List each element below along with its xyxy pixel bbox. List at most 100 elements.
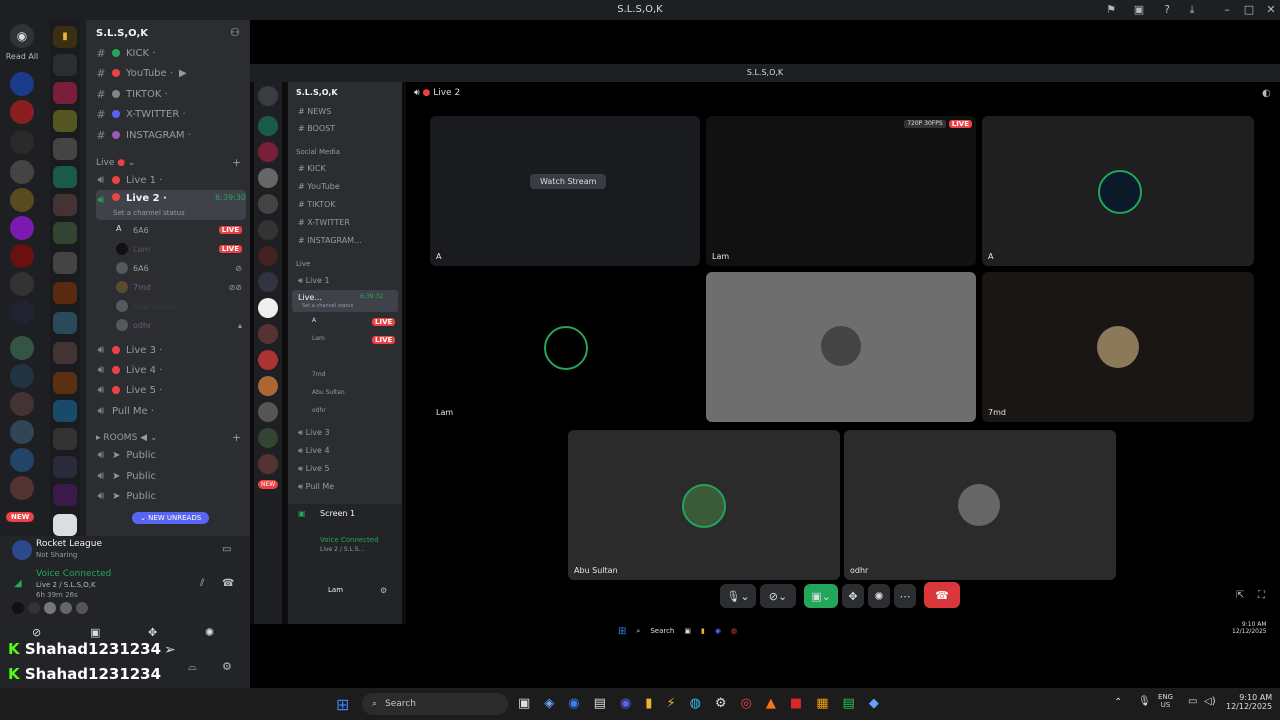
inner-voice-channel[interactable]: Live 2 / S.L.S... [320, 546, 364, 553]
add-friend-icon[interactable]: ⚇ [230, 26, 240, 39]
settings-gear-icon[interactable]: ⚙ [380, 586, 387, 595]
chat-icon[interactable]: ◐ [1262, 88, 1271, 99]
stream-tile[interactable]: 720P 30FPS LIVE Lam [706, 116, 976, 266]
discord-icon[interactable]: ◉ [620, 696, 631, 711]
voice-member[interactable]: A 6A6 LIVE [116, 222, 242, 238]
activities-icon[interactable]: ✥ [148, 626, 157, 639]
server-icon[interactable] [258, 454, 278, 474]
inner-channel[interactable]: 🔊︎ Live 3 [298, 428, 330, 438]
server-icon[interactable] [53, 514, 77, 536]
server-icon[interactable] [258, 194, 278, 214]
server-icon[interactable] [258, 376, 278, 396]
inner-member[interactable]: Abu Sultan [312, 389, 345, 396]
inner-channel[interactable]: 🔊︎ Pull Me [298, 482, 334, 492]
voice-channel-pullme[interactable]: 🔊︎ Pull Me · [96, 402, 246, 420]
server-icon[interactable] [10, 130, 34, 154]
inner-screen-label[interactable]: Screen 1 [320, 509, 355, 518]
server-icon[interactable] [53, 54, 77, 76]
stream-tile[interactable]: Watch Stream A [430, 116, 700, 266]
server-icon[interactable] [258, 350, 278, 370]
clock[interactable]: 9:10 AM 12/12/2025 [1226, 693, 1272, 711]
inner-search-label[interactable]: Search [650, 627, 674, 635]
voice-member[interactable]: 6A6 ⊘ [116, 260, 242, 276]
noise-suppression-icon[interactable]: ⫽ [200, 578, 204, 589]
epic-games-icon[interactable]: ▤ [594, 696, 606, 711]
more-button[interactable]: ⋯ [894, 584, 916, 608]
notepad-icon[interactable]: ▤ [843, 696, 855, 711]
share-screen-icon[interactable]: ▭ [222, 544, 231, 555]
leave-call-button[interactable]: ☎ [924, 582, 960, 608]
download-icon[interactable]: ⤓ [1185, 3, 1199, 17]
help-icon[interactable]: ? [1160, 3, 1174, 17]
server-icon[interactable] [10, 216, 34, 240]
microphone-icon[interactable]: 🎙︎ [1138, 696, 1151, 707]
voice-member[interactable]: 7md ⊘⊘ [116, 279, 242, 295]
server-icon[interactable] [258, 324, 278, 344]
inner-channel[interactable]: 🔊︎ Live 1 [298, 276, 330, 286]
participant-tile[interactable] [706, 272, 976, 422]
channel-youtube[interactable]: # YouTube · ▶ [96, 64, 246, 82]
inner-member[interactable]: Lam [312, 335, 325, 342]
server-icon[interactable] [10, 392, 34, 416]
tray-chevron-icon[interactable]: ⌃ [1114, 697, 1122, 708]
taskbar-search[interactable]: ⌕ Search [362, 693, 508, 715]
inner-channel[interactable]: # KICK [298, 164, 326, 173]
voice-channel-live1[interactable]: 🔊︎ Live 1 · [96, 171, 246, 189]
inner-category[interactable]: Social Media [296, 148, 340, 156]
fullscreen-icon[interactable]: ⛶ [1258, 590, 1265, 601]
voice-member[interactable]: Abu Sultan [116, 298, 242, 314]
search-icon[interactable]: ⌕ [636, 627, 640, 636]
screen-share-button[interactable]: ▣⌄ [804, 584, 838, 608]
inner-channel[interactable]: 🔊︎ Live 4 [298, 446, 330, 456]
participant-tile[interactable]: Lam [430, 272, 700, 422]
server-icon[interactable] [53, 194, 77, 216]
screen-share-icon[interactable]: ▣ [90, 626, 100, 639]
send-icon[interactable]: ➢ [164, 642, 176, 658]
server-icon[interactable] [258, 168, 278, 188]
channel-instagram[interactable]: # INSTAGRAM · [96, 126, 246, 144]
server-icon[interactable] [10, 160, 34, 184]
server-icon[interactable] [53, 428, 77, 450]
voice-member[interactable]: odhr ▴ [116, 317, 242, 333]
server-icon[interactable] [10, 244, 34, 268]
maximize-button[interactable]: □ [1242, 3, 1256, 17]
folder-icon[interactable]: ▮ [53, 26, 77, 48]
inner-member[interactable]: 7md [312, 371, 325, 378]
participant-tile[interactable]: Abu Sultan [568, 430, 840, 580]
server-icon[interactable] [258, 116, 278, 136]
server-icon[interactable] [53, 166, 77, 188]
taskbar-app-icon[interactable]: ▣ [684, 627, 691, 635]
inner-channel[interactable]: # BOOST [298, 124, 335, 133]
new-unreads-button[interactable]: ⌄ NEW UNREADS [132, 512, 210, 524]
channel-status[interactable]: Set a channel status [113, 209, 185, 217]
participant-tile[interactable]: odhr [844, 430, 1116, 580]
server-icon[interactable] [10, 476, 34, 500]
category-live[interactable]: Live ● ⌄ [96, 158, 136, 168]
camera-off-icon[interactable]: ⊘ [32, 626, 41, 639]
inner-member[interactable]: odhr [312, 407, 326, 414]
channel-tiktok[interactable]: # TIKTOK · [96, 85, 246, 103]
server-icon[interactable] [10, 188, 34, 212]
server-icon[interactable] [258, 142, 278, 162]
inner-channel[interactable]: 🔊︎ Live 5 [298, 464, 330, 474]
server-icon[interactable] [10, 364, 34, 388]
discord-icon[interactable]: ◉ [715, 627, 721, 635]
voice-channel-public[interactable]: 🔊︎ ➤ Public [96, 446, 246, 464]
voice-channel-name[interactable]: Live 2 / S.L.S,O,K [36, 581, 96, 589]
server-icon[interactable] [53, 312, 77, 334]
inner-channel[interactable]: # X-TWITTER [298, 218, 350, 227]
channel-x-twitter[interactable]: # X-TWITTER · [96, 105, 246, 123]
popout-icon[interactable]: ⇱ [1236, 590, 1244, 601]
inner-member[interactable]: A [312, 317, 316, 324]
server-icon[interactable] [53, 138, 77, 160]
read-all-button[interactable]: Read All [2, 52, 42, 61]
server-icon[interactable] [258, 246, 278, 266]
inner-channel[interactable]: # NEWS [298, 107, 331, 116]
steam-icon[interactable]: ◈ [544, 696, 554, 711]
app-icon[interactable]: ▲ [766, 696, 776, 711]
discord-home-icon[interactable] [258, 86, 278, 106]
soundboard-button[interactable]: ✺ [868, 584, 890, 608]
voice-channel-live3[interactable]: 🔊︎ Live 3 · [96, 341, 246, 359]
server-icon[interactable] [10, 420, 34, 444]
inner-channel[interactable]: # TIKTOK [298, 200, 336, 209]
